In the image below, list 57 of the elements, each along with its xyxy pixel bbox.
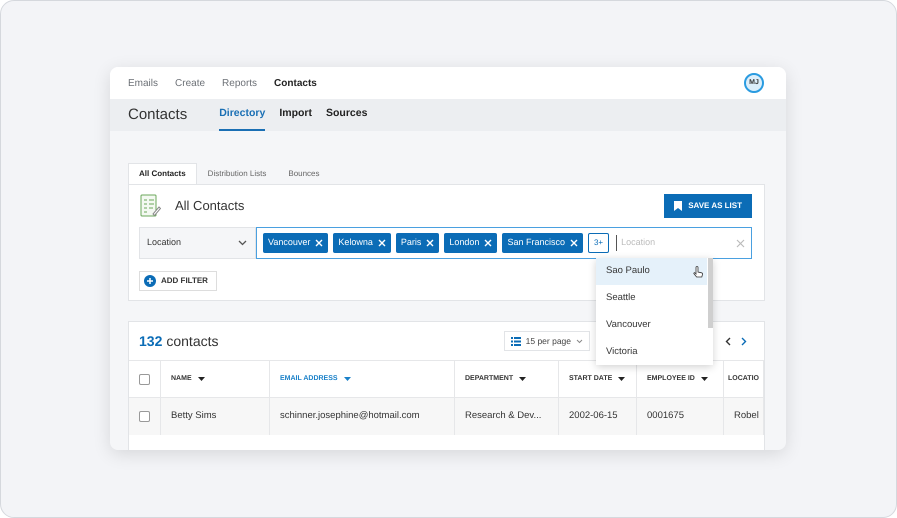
dropdown-option[interactable]: Sao Paulo xyxy=(596,258,707,285)
tag-input-field[interactable]: Vancouver Kelowna Paris London San Francisco 3+ Location xyxy=(256,227,752,259)
nav-link[interactable]: Emails xyxy=(128,76,158,90)
add-filter-button[interactable]: ADD FILTER xyxy=(139,271,217,291)
filter-tag[interactable]: Paris xyxy=(396,233,440,253)
table-cell: Research & Dev... xyxy=(455,397,559,435)
close-icon xyxy=(484,239,492,247)
card-title: All Contacts xyxy=(175,197,244,216)
per-page-select[interactable]: 15 per page xyxy=(504,330,590,352)
chevron-left-icon xyxy=(725,336,731,346)
page-tab[interactable]: Directory xyxy=(219,99,266,131)
save-as-list-button[interactable]: SAVE AS LIST xyxy=(664,194,752,218)
contacts-count: 132 contacts xyxy=(139,332,218,350)
nav-link[interactable]: Create xyxy=(175,76,206,90)
table-cell: schinner.josephine@hotmail.com xyxy=(270,397,455,435)
nav-link[interactable]: Contacts xyxy=(274,76,317,90)
select-value: Location xyxy=(147,236,182,250)
filter-tag[interactable]: San Francisco xyxy=(502,233,583,253)
filter-tag[interactable]: Kelowna xyxy=(333,233,391,253)
filter-tag[interactable]: Vancouver xyxy=(263,233,328,253)
table-cell: Robel xyxy=(724,397,764,435)
table-cell: Betty Sims xyxy=(161,397,270,435)
bookmark-icon xyxy=(674,201,682,211)
select-all-checkbox[interactable] xyxy=(139,374,150,384)
tag-label: San Francisco xyxy=(507,236,565,250)
tag-label: Kelowna xyxy=(338,236,373,250)
sub-tab[interactable]: Distribution Lists xyxy=(196,163,278,184)
close-icon xyxy=(315,239,324,247)
close-icon xyxy=(570,239,578,247)
clear-icon xyxy=(736,238,745,248)
table-cell: 0001675 xyxy=(637,397,724,435)
page-tab[interactable]: Import xyxy=(279,99,312,131)
sub-tab[interactable]: Bounces xyxy=(277,163,330,184)
tag-label: Vancouver xyxy=(268,236,310,250)
nav-link[interactable]: Reports xyxy=(222,76,258,90)
filter-field-select[interactable]: Location xyxy=(139,227,256,259)
list-icon xyxy=(510,336,521,346)
close-icon xyxy=(426,239,434,247)
filter-tag[interactable]: London xyxy=(444,233,498,253)
scrollbar xyxy=(708,258,713,328)
page-title: Contacts xyxy=(128,104,188,125)
close-icon xyxy=(378,239,386,247)
chevron-down-icon xyxy=(576,338,583,344)
chevron-right-icon xyxy=(741,336,747,346)
plus-circle-icon xyxy=(144,275,156,287)
page-tab[interactable]: Sources xyxy=(326,99,368,131)
chevron-down-icon xyxy=(238,240,247,246)
document-icon xyxy=(139,194,161,218)
tag-label: London xyxy=(449,236,480,250)
table-cell: 2002-06-15 xyxy=(559,397,637,435)
dropdown-option[interactable]: Seattle xyxy=(596,285,707,312)
hand-cursor-icon xyxy=(693,266,703,278)
dropdown-option[interactable]: Vancouver xyxy=(596,312,707,339)
sub-tab[interactable]: All Contacts xyxy=(128,163,197,184)
more-tags-button[interactable]: 3+ xyxy=(588,233,610,253)
tag-label: Paris xyxy=(400,236,422,250)
row-checkbox[interactable] xyxy=(139,411,150,422)
